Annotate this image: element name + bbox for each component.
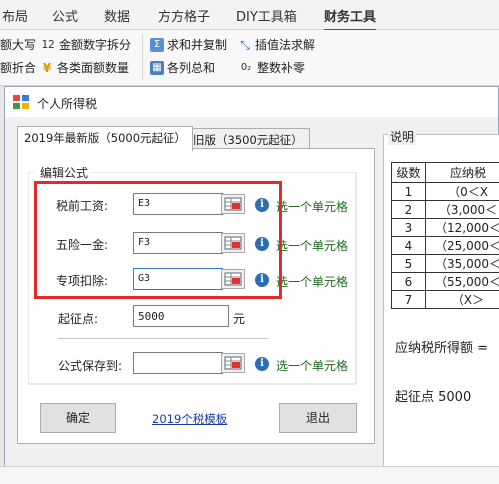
grid-icon: ▦ bbox=[150, 60, 164, 75]
exit-button[interactable]: 退出 bbox=[279, 403, 357, 433]
level-cell: 1 bbox=[391, 182, 426, 201]
level-cell: 6 bbox=[391, 272, 426, 291]
sum-copy-icon: Σ bbox=[150, 37, 164, 52]
level-cell: 3 bbox=[391, 218, 426, 237]
table-row: 5 （35,000＜ bbox=[391, 254, 499, 273]
table-row: 6 （55,000＜ bbox=[391, 272, 499, 291]
table-row: 7 （X＞ bbox=[391, 290, 499, 309]
amount-uppercase-label: 额大写 bbox=[0, 38, 37, 52]
level-cell: 7 bbox=[391, 290, 426, 309]
app-icon bbox=[13, 95, 29, 109]
threshold-label: 起征点: bbox=[58, 312, 99, 326]
interpolation-label: 插值法求解 bbox=[255, 38, 316, 52]
taxable-income-text: 应纳税所得额 = bbox=[395, 341, 489, 356]
threshold-input[interactable]: 5000 bbox=[133, 305, 229, 327]
special-deduction-hint: 选一个单元格 bbox=[276, 275, 349, 289]
sum-copy-button[interactable]: Σ 求和并复制 bbox=[150, 36, 227, 53]
amount-convert-label: 额折合 bbox=[0, 61, 37, 75]
range-cell: （35,000＜ bbox=[425, 254, 499, 273]
zero-pad-icon: 0₂ bbox=[240, 61, 252, 73]
edit-formula-title: 编辑公式 bbox=[38, 164, 91, 181]
taxable-header: 应纳税 bbox=[425, 162, 499, 183]
yen-icon: ¥ bbox=[42, 60, 52, 75]
table-row: 1 （0＜X bbox=[391, 182, 499, 201]
interpolation-icon: ⤡ bbox=[240, 37, 250, 52]
level-header: 级数 bbox=[391, 162, 426, 183]
range-cell: （55,000＜ bbox=[425, 272, 499, 291]
highlight-box bbox=[34, 181, 282, 299]
zero-pad-button[interactable]: 0₂ 整数补零 bbox=[238, 59, 305, 76]
tax-rate-table: 级数 应纳税 1 （0＜X 2 （3,000＜ 3 （12,000＜ 4 （25,000… bbox=[391, 162, 499, 309]
description-label: 说明 bbox=[388, 128, 417, 145]
insurance-hint: 选一个单元格 bbox=[276, 239, 349, 253]
amount-split-label: 金额数字拆分 bbox=[59, 38, 132, 52]
tab-fangfang[interactable]: 方方格子 bbox=[158, 6, 210, 25]
level-cell: 2 bbox=[391, 200, 426, 219]
threshold-text: 起征点 5000 bbox=[395, 390, 472, 405]
dialog-title: 个人所得税 bbox=[37, 97, 98, 111]
save-to-pick-button[interactable] bbox=[221, 353, 245, 373]
column-total-label: 各列总和 bbox=[167, 61, 216, 75]
range-cell: （X＞ bbox=[425, 290, 499, 309]
range-cell: （3,000＜ bbox=[425, 200, 499, 219]
tab-old-version[interactable]: 旧版（3500元起征） bbox=[186, 128, 310, 150]
level-cell: 4 bbox=[391, 236, 426, 255]
ok-button[interactable]: 确定 bbox=[40, 403, 116, 433]
threshold-unit: 元 bbox=[233, 312, 246, 326]
column-total-button[interactable]: ▦ 各列总和 bbox=[150, 59, 215, 76]
save-to-hint: 选一个单元格 bbox=[276, 359, 349, 373]
amount-uppercase-button[interactable]: 额大写 bbox=[0, 36, 36, 53]
divider bbox=[58, 338, 268, 339]
cell-picker-icon bbox=[224, 356, 242, 370]
tab-data[interactable]: 数据 bbox=[104, 6, 130, 25]
pretax-salary-hint: 选一个单元格 bbox=[276, 200, 349, 214]
denomination-count-label: 各类面额数量 bbox=[57, 61, 130, 75]
level-cell: 5 bbox=[391, 254, 426, 273]
amount-split-button[interactable]: 12 金额数字拆分 bbox=[40, 36, 131, 53]
range-cell: （0＜X bbox=[425, 182, 499, 201]
denomination-count-button[interactable]: ¥ 各类面额数量 bbox=[40, 59, 129, 76]
table-header-row: 级数 应纳税 bbox=[391, 162, 499, 183]
tab-formulas[interactable]: 公式 bbox=[52, 6, 78, 25]
tab-finance-tools[interactable]: 财务工具 bbox=[324, 6, 377, 31]
zero-pad-label: 整数补零 bbox=[257, 61, 306, 75]
table-row: 3 （12,000＜ bbox=[391, 218, 499, 237]
digits-icon: 12 bbox=[41, 37, 55, 51]
tab-diy-toolbox[interactable]: DIY工具箱 bbox=[236, 6, 297, 25]
ribbon-separator bbox=[142, 34, 143, 80]
range-cell: （12,000＜ bbox=[425, 218, 499, 237]
sheet-strip bbox=[0, 466, 499, 484]
save-to-input[interactable] bbox=[133, 352, 223, 374]
amount-convert-button[interactable]: 额折合 bbox=[0, 59, 36, 76]
ribbon-tab-bar: 布局 公式 数据 方方格子 DIY工具箱 财务工具 bbox=[0, 0, 499, 31]
tab-layout[interactable]: 布局 bbox=[2, 6, 28, 25]
table-row: 2 （3,000＜ bbox=[391, 200, 499, 219]
sum-copy-label: 求和并复制 bbox=[167, 38, 228, 52]
interpolation-button[interactable]: ⤡ 插值法求解 bbox=[238, 36, 315, 53]
dialog-titlebar: 个人所得税 bbox=[5, 87, 498, 117]
tax-template-link[interactable]: 2019个税模板 bbox=[152, 411, 227, 427]
range-cell: （25,000＜ bbox=[425, 236, 499, 255]
table-row: 4 （25,000＜ bbox=[391, 236, 499, 255]
tab-2019-version[interactable]: 2019年最新版（5000元起征） bbox=[17, 126, 194, 151]
info-icon[interactable]: i bbox=[255, 357, 269, 371]
save-to-label: 公式保存到: bbox=[58, 359, 123, 373]
